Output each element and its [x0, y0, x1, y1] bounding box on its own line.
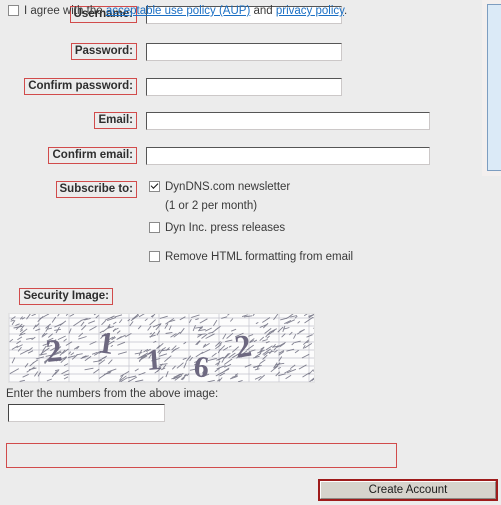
subscribe-option-label-1: Dyn Inc. press releases — [165, 222, 286, 234]
subscribe-checkbox-2[interactable] — [149, 251, 160, 262]
subscribe-option-2[interactable]: Remove HTML formatting from email — [149, 251, 353, 264]
captcha-hint-text: Enter the numbers from the above image: — [6, 388, 219, 400]
email-label-box: Email: — [94, 112, 137, 129]
right-side-blue-panel — [487, 4, 501, 171]
confirm-email-label-box: Confirm email: — [48, 147, 137, 164]
email-input[interactable] — [146, 112, 430, 130]
agreement-row[interactable]: I agree with the acceptable use policy (… — [8, 5, 347, 17]
subscribe-option-label-2: Remove HTML formatting from email — [165, 251, 354, 263]
captcha-digit-2: 1 — [145, 343, 162, 377]
password-label: Password: — [70, 43, 137, 60]
privacy-policy-link[interactable]: privacy policy — [276, 5, 344, 17]
form-row-password: Password: — [0, 43, 470, 63]
create-account-button[interactable]: Create Account — [320, 481, 496, 499]
captcha-svg: 2 1 1 62 — [9, 314, 314, 382]
confirm-email-input[interactable] — [146, 147, 430, 165]
subscribe-label-box: Subscribe to: — [55, 181, 137, 198]
subscribe-option-1[interactable]: Dyn Inc. press releases — [149, 222, 285, 235]
subscribe-option-0[interactable]: DynDNS.com newsletter — [149, 181, 290, 194]
agreement-prefix-text: I agree with the — [24, 5, 106, 17]
confirm-password-label: Confirm password: — [24, 78, 137, 95]
security-image-label-box: Security Image: — [19, 288, 113, 305]
subscribe-frequency-note: (1 or 2 per month) — [165, 200, 258, 212]
password-input[interactable] — [146, 43, 342, 61]
confirm-password-input[interactable] — [146, 78, 342, 96]
subscribe-option-label-0: DynDNS.com newsletter — [165, 181, 291, 193]
form-row-email: Email: — [0, 112, 470, 132]
confirm-password-label-box: Confirm password: — [24, 78, 137, 95]
create-account-button-annotation: Create Account — [318, 479, 498, 501]
agreement-suffix-text: . — [344, 5, 348, 17]
agreement-box — [6, 443, 397, 468]
security-image-label: Security Image: — [19, 288, 113, 305]
subscribe-checkbox-0[interactable] — [149, 181, 160, 192]
confirm-email-label: Confirm email: — [48, 147, 137, 164]
agreement-middle-text: and — [250, 5, 276, 17]
acceptable-use-policy-link[interactable]: acceptable use policy (AUP) — [106, 5, 250, 17]
email-label: Email: — [94, 112, 137, 129]
security-image-row: Security Image: — [0, 288, 470, 308]
captcha-image: 21162 — [8, 313, 315, 383]
subscribe-label: Subscribe to: — [55, 181, 137, 198]
password-label-box: Password: — [70, 43, 137, 60]
form-row-confirm-password: Confirm password: — [0, 78, 470, 98]
form-row-confirm-email: Confirm email: — [0, 147, 470, 167]
captcha-answer-input[interactable] — [8, 404, 165, 422]
agreement-checkbox[interactable] — [8, 5, 19, 16]
subscribe-checkbox-1[interactable] — [149, 222, 160, 233]
